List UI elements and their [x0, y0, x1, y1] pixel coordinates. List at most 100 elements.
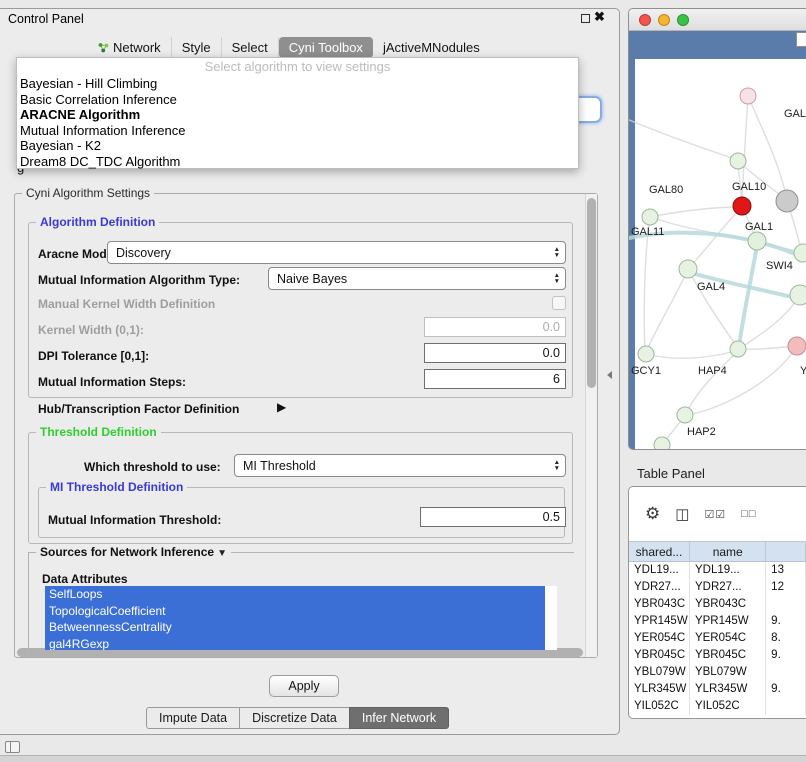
mi-type-select[interactable]: Naive Bayes ▲▼: [268, 267, 566, 290]
aracne-mode-select[interactable]: Discovery ▲▼: [107, 241, 566, 264]
table-cell: YDR27...: [690, 579, 766, 596]
dpi-tolerance-field[interactable]: 0.0: [424, 343, 566, 363]
tab-select[interactable]: Select: [222, 37, 279, 58]
table-row[interactable]: YDL19...YDL19...13: [629, 562, 806, 579]
attribute-list: SelfLoopsTopologicalCoefficientBetweenne…: [45, 586, 557, 650]
combo-stepper-icon: ▲▼: [554, 460, 560, 471]
network-edge[interactable]: [646, 269, 688, 353]
tab-label: jActiveMNodules: [383, 40, 480, 55]
bottom-edge-bar: [0, 755, 806, 762]
network-node[interactable]: [776, 190, 798, 212]
network-node[interactable]: [790, 285, 806, 305]
zoom-traffic-light[interactable]: [677, 14, 689, 26]
table-row[interactable]: YBR043CYBR043C: [629, 596, 806, 613]
scrollbar-thumb[interactable]: [587, 198, 596, 388]
bottom-tab-infer-network[interactable]: Infer Network: [349, 707, 449, 729]
table-row[interactable]: YER054CYER054C8.: [629, 630, 806, 647]
network-node[interactable]: [730, 153, 746, 169]
network-node-label: SWI4: [766, 260, 793, 272]
algorithm-option[interactable]: Mutual Information Inference: [17, 123, 578, 139]
network-node[interactable]: [748, 232, 766, 250]
kernel-width-field[interactable]: 0.0: [424, 317, 566, 337]
attribute-item[interactable]: SelfLoops: [45, 586, 545, 603]
network-edge[interactable]: [688, 209, 740, 269]
network-edge[interactable]: [685, 354, 735, 415]
overview-corner-button[interactable]: [796, 32, 806, 47]
sources-collapse-arrow-icon[interactable]: ▼: [217, 548, 227, 559]
table-row[interactable]: YBL079WYBL079W: [629, 664, 806, 681]
network-edge[interactable]: [745, 295, 800, 345]
minimize-traffic-light[interactable]: [658, 14, 670, 26]
close-traffic-light[interactable]: [639, 14, 651, 26]
close-window-icon[interactable]: ✖: [594, 9, 605, 25]
network-node[interactable]: [677, 407, 693, 423]
tab-jactivemnodules[interactable]: jActiveMNodules: [373, 37, 490, 58]
splitter-handle[interactable]: [607, 371, 612, 379]
network-edge-highlighted[interactable]: [739, 245, 757, 347]
network-node[interactable]: [794, 244, 806, 262]
algorithm-option[interactable]: ARACNE Algorithm: [17, 107, 578, 123]
bottom-tab-discretize-data[interactable]: Discretize Data: [239, 707, 350, 729]
column-header[interactable]: shared...: [629, 542, 690, 561]
network-node-label: GAL1: [745, 221, 773, 233]
hub-expand-arrow-icon[interactable]: ▶: [277, 400, 286, 414]
algorithm-option-list: Bayesian - Hill ClimbingBasic Correlatio…: [17, 76, 578, 170]
table-row[interactable]: YPR145WYPR145W9.: [629, 613, 806, 630]
deselect-all-checkboxes-icon[interactable]: □□: [741, 508, 756, 520]
manual-kernel-checkbox[interactable]: [552, 296, 566, 310]
attribute-item[interactable]: BetweennessCentrality: [45, 619, 545, 636]
network-edge[interactable]: [650, 207, 738, 217]
algorithm-option[interactable]: Basic Correlation Inference: [17, 92, 578, 108]
table-row[interactable]: YIL052CYIL052C: [629, 698, 806, 715]
float-window-icon[interactable]: [581, 14, 590, 23]
sources-group-title: Sources for Network Inference▼: [36, 545, 231, 559]
algorithm-dropdown-popup: Select algorithm to view settings Bayesi…: [16, 57, 579, 169]
mi-type-label: Mutual Information Algorithm Type:: [38, 273, 240, 287]
tab-style[interactable]: Style: [172, 37, 222, 58]
mi-threshold-field[interactable]: 0.5: [420, 507, 566, 527]
tab-network[interactable]: Network: [88, 37, 172, 58]
restore-panel-icon[interactable]: [5, 741, 20, 753]
algorithm-option[interactable]: Dream8 DC_TDC Algorithm: [17, 154, 578, 170]
network-edge[interactable]: [628, 119, 735, 159]
cyni-settings-group-title: Cyni Algorithm Settings: [22, 186, 154, 200]
network-node[interactable]: [638, 346, 654, 362]
attribute-item[interactable]: gal4RGexp: [45, 636, 545, 651]
table-panel-window: ⚙ ◫ ☑☑ □□ shared...name YDL19...YDL19...…: [628, 486, 806, 719]
table-cell: YIL052C: [629, 698, 690, 715]
network-node-label: Y: [800, 365, 806, 377]
table-cell: YER054C: [690, 630, 766, 647]
bottom-tab-impute-data[interactable]: Impute Data: [146, 707, 240, 729]
data-attributes-label: Data Attributes: [42, 572, 128, 586]
gear-icon[interactable]: ⚙: [645, 504, 660, 524]
network-node[interactable]: [730, 341, 746, 357]
column-header[interactable]: [766, 542, 806, 561]
table-row[interactable]: YBR045CYBR045C9.: [629, 647, 806, 664]
mi-steps-field[interactable]: 6: [424, 369, 566, 389]
algorithm-option[interactable]: Bayesian - Hill Climbing: [17, 76, 578, 92]
column-selector-icon[interactable]: ◫: [675, 505, 689, 523]
attribute-item[interactable]: TopologicalCoefficient: [45, 603, 545, 620]
table-row[interactable]: YDR27...YDR27...12: [629, 579, 806, 596]
network-node[interactable]: [654, 437, 670, 450]
select-all-checkboxes-icon[interactable]: ☑☑: [704, 508, 726, 521]
table-cell: YER054C: [629, 630, 690, 647]
network-edge[interactable]: [646, 351, 735, 358]
apply-button[interactable]: Apply: [269, 675, 339, 697]
column-header[interactable]: name: [690, 542, 766, 561]
tab-label: Select: [232, 40, 268, 55]
algorithm-option[interactable]: Bayesian - K2: [17, 138, 578, 154]
combo-stepper-icon: ▲▼: [554, 247, 560, 258]
network-node[interactable]: [679, 260, 697, 278]
aracne-mode-label: Aracne Mode:: [38, 247, 117, 261]
network-node[interactable]: [642, 209, 658, 225]
network-node[interactable]: [740, 88, 756, 104]
which-threshold-select[interactable]: MI Threshold ▲▼: [234, 454, 566, 477]
table-header-row: shared...name: [629, 541, 806, 562]
network-node[interactable]: [733, 197, 751, 215]
network-node[interactable]: [788, 337, 806, 355]
tab-cyni-toolbox[interactable]: Cyni Toolbox: [279, 37, 373, 58]
table-row[interactable]: YLR345WYLR345W9.: [629, 681, 806, 698]
tab-label: Cyni Toolbox: [289, 40, 363, 55]
settings-vertical-scrollbar[interactable]: [585, 194, 597, 657]
